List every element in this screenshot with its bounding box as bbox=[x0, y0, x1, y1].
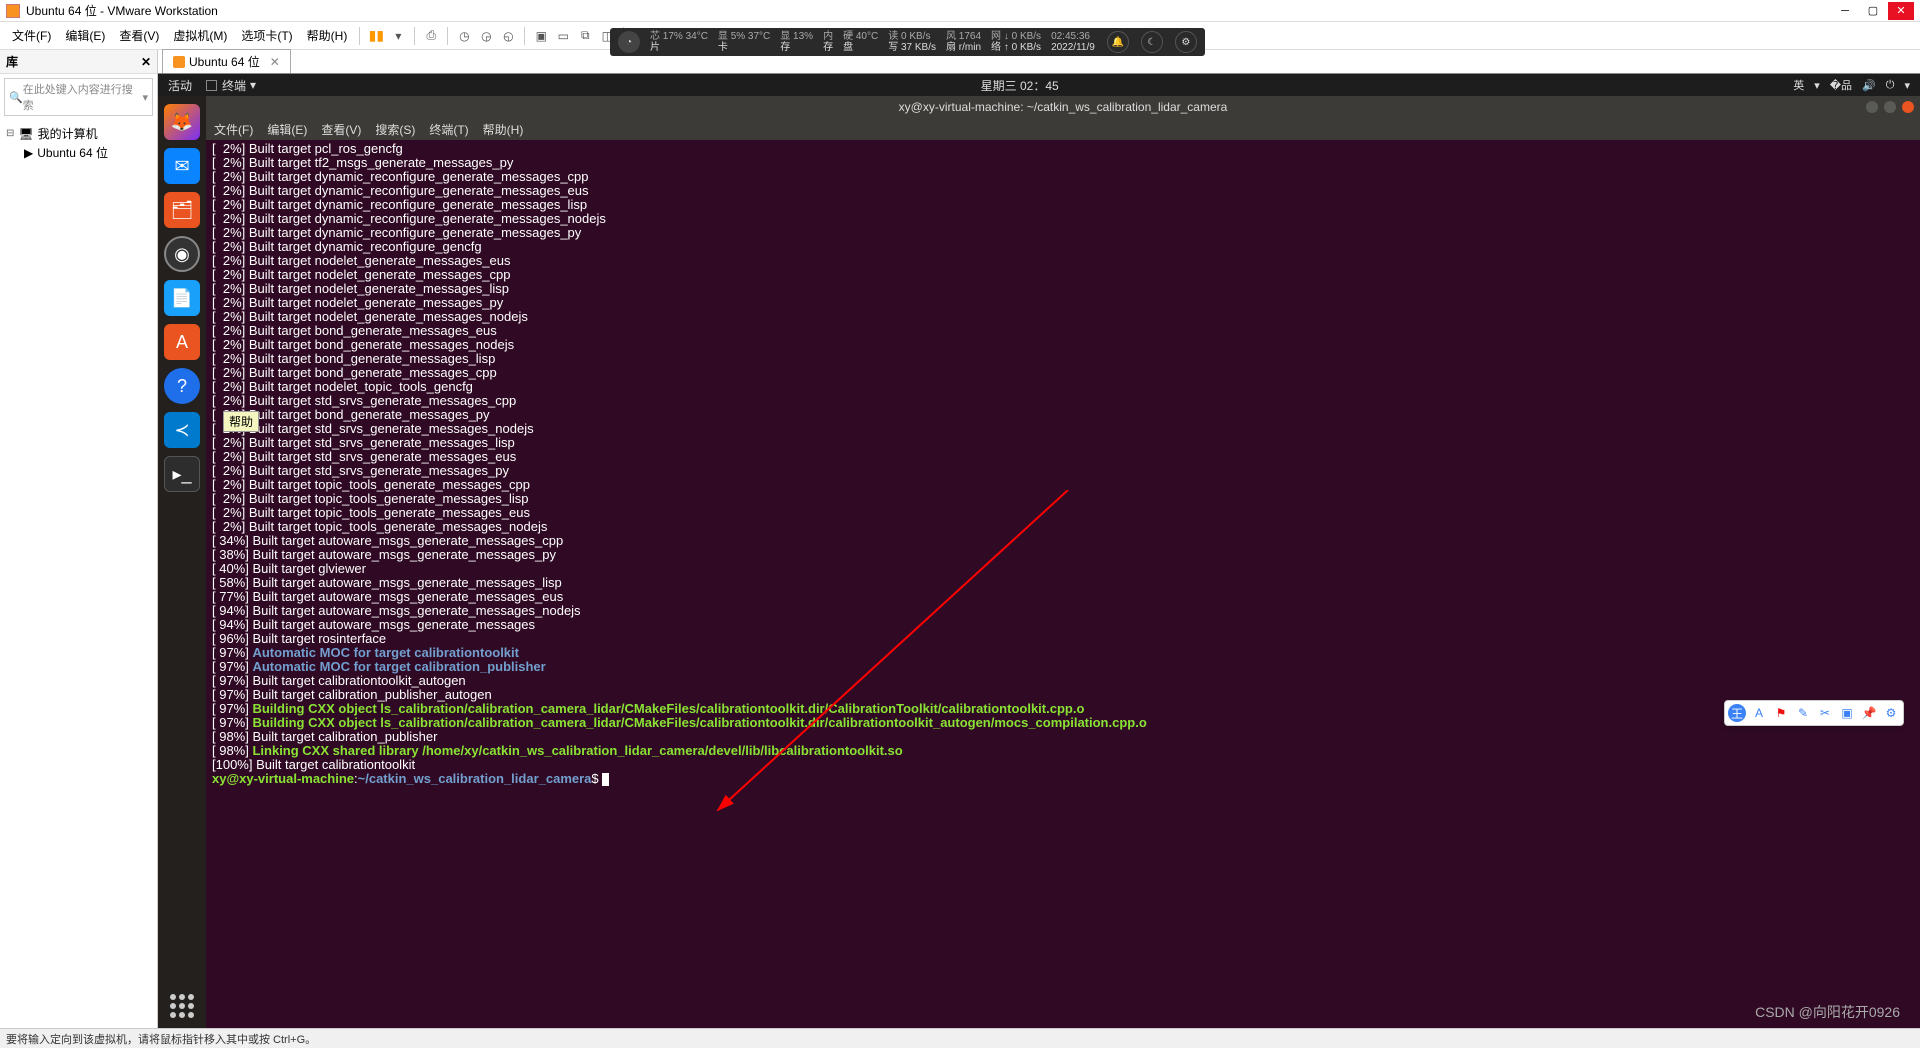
tool-logo-icon[interactable]: 王 bbox=[1728, 704, 1746, 722]
firefox-icon[interactable]: 🦊 bbox=[164, 104, 200, 140]
vm-tab-ubuntu[interactable]: Ubuntu 64 位 ✕ bbox=[162, 49, 291, 73]
writer-icon[interactable]: 📄 bbox=[164, 280, 200, 316]
software-icon[interactable]: A bbox=[164, 324, 200, 360]
tool-cut-icon[interactable]: ✂ bbox=[1816, 704, 1834, 722]
vm-icon: ▶ bbox=[24, 146, 33, 160]
term-menu-search[interactable]: 搜索(S) bbox=[375, 121, 415, 138]
tool-box-icon[interactable]: ▣ bbox=[1838, 704, 1856, 722]
snap-revert-icon[interactable]: ◶ bbox=[476, 26, 496, 46]
maximize-button[interactable]: ▢ bbox=[1860, 2, 1886, 20]
tree-root[interactable]: ⊟ 🖥 我的计算机 bbox=[6, 124, 151, 143]
network-icon[interactable]: �品 bbox=[1830, 77, 1852, 93]
stats-gear-icon[interactable]: ⚙ bbox=[1175, 31, 1197, 53]
chevron-down-icon: ▾ bbox=[1814, 79, 1820, 92]
help-icon[interactable]: ? bbox=[164, 368, 200, 404]
tool-gear-icon[interactable]: ⚙ bbox=[1882, 704, 1900, 722]
pause-icon[interactable]: ▮▮ bbox=[366, 26, 386, 46]
power-icon[interactable]: ⏻ bbox=[1886, 79, 1895, 92]
view2-icon[interactable]: ▭ bbox=[553, 26, 573, 46]
tree-vm-ubuntu[interactable]: Ubuntu 64 位 bbox=[37, 144, 108, 161]
stats-moon-icon[interactable]: ☾ bbox=[1141, 31, 1163, 53]
menu-file[interactable]: 文件(F) bbox=[6, 24, 57, 47]
snapshot-icon[interactable]: ⎙ bbox=[421, 26, 441, 46]
library-close-icon[interactable]: ✕ bbox=[141, 55, 151, 69]
terminal-titlebar[interactable]: xy@xy-virtual-machine: ~/catkin_ws_calib… bbox=[206, 96, 1920, 118]
terminal-icon bbox=[206, 80, 217, 91]
stats-overlay: ◔ 芯 17% 34°C片 显 5% 37°C卡 显 13%存 内存 硬 40°… bbox=[610, 28, 1205, 56]
app-menu[interactable]: 终端 bbox=[222, 77, 246, 94]
tool-pin-icon[interactable]: 📌 bbox=[1860, 704, 1878, 722]
disc-icon[interactable]: ◉ bbox=[164, 236, 200, 272]
vmware-icon bbox=[6, 4, 20, 18]
terminal-window: xy@xy-virtual-machine: ~/catkin_ws_calib… bbox=[206, 96, 1920, 1028]
clock[interactable]: 星期三 02：45 bbox=[981, 77, 1059, 94]
menu-tabs[interactable]: 选项卡(T) bbox=[235, 24, 298, 47]
snap-take-icon[interactable]: ◷ bbox=[454, 26, 474, 46]
tool-pen-icon[interactable]: ✎ bbox=[1794, 704, 1812, 722]
menu-edit[interactable]: 编辑(E) bbox=[59, 24, 111, 47]
view3-icon[interactable]: ⧉ bbox=[575, 26, 595, 46]
term-menu-file[interactable]: 文件(F) bbox=[214, 121, 253, 138]
dock: 🦊 ✉ 🗂 ◉ 📄 A ? ≺ ▸_ bbox=[158, 96, 206, 1028]
menu-help[interactable]: 帮助(H) bbox=[301, 24, 354, 47]
tab-close-icon[interactable]: ✕ bbox=[270, 55, 280, 69]
stats-bell-icon[interactable]: 🔔 bbox=[1107, 31, 1129, 53]
view1-icon[interactable]: ▣ bbox=[531, 26, 551, 46]
window-title: Ubuntu 64 位 - VMware Workstation bbox=[26, 2, 218, 19]
term-menu-terminal[interactable]: 终端(T) bbox=[429, 121, 468, 138]
volume-icon[interactable]: 🔊 bbox=[1862, 79, 1876, 92]
window-minimize-icon[interactable] bbox=[1866, 101, 1878, 113]
tooltip: 帮助 bbox=[223, 411, 259, 432]
tool-flag-icon[interactable]: ⚑ bbox=[1772, 704, 1790, 722]
library-title: 库 bbox=[6, 53, 18, 70]
collapse-icon: ⊟ bbox=[6, 128, 14, 139]
terminal-body[interactable]: [ 2%] Built target pcl_ros_gencfg[ 2%] B… bbox=[206, 140, 1920, 1028]
terminal-icon[interactable]: ▸_ bbox=[164, 456, 200, 492]
window-close-icon[interactable] bbox=[1902, 101, 1914, 113]
titlebar: Ubuntu 64 位 - VMware Workstation ─ ▢ ✕ bbox=[0, 0, 1920, 22]
statusbar: 要将输入定向到该虚拟机，请将鼠标指针移入其中或按 Ctrl+G。 bbox=[0, 1028, 1920, 1048]
stats-logo-icon: ◔ bbox=[618, 31, 640, 53]
library-panel: 库 ✕ 🔍 在此处键入内容进行搜索 ▾ ⊟ 🖥 我的计算机 ▶ Ubuntu 6… bbox=[0, 50, 158, 1028]
dropdown-icon[interactable]: ▾ bbox=[388, 26, 408, 46]
files-icon[interactable]: 🗂 bbox=[164, 192, 200, 228]
search-icon: 🔍 bbox=[9, 91, 23, 104]
lang-indicator[interactable]: 英 bbox=[1793, 77, 1804, 93]
ubuntu-desktop: 活动 终端 ▾ 星期三 02：45 英 ▾ �品 🔊 ⏻ ▾ 🦊 ✉ � bbox=[158, 74, 1920, 1028]
term-menu-edit[interactable]: 编辑(E) bbox=[267, 121, 307, 138]
vm-icon bbox=[173, 56, 185, 68]
dropdown-icon[interactable]: ▾ bbox=[142, 91, 148, 104]
tool-text-icon[interactable]: A bbox=[1750, 704, 1768, 722]
menu-vm[interactable]: 虚拟机(M) bbox=[167, 24, 233, 47]
term-menu-help[interactable]: 帮助(H) bbox=[483, 121, 524, 138]
minimize-button[interactable]: ─ bbox=[1832, 2, 1858, 20]
chevron-down-icon[interactable]: ▾ bbox=[1904, 79, 1910, 92]
show-apps-icon[interactable] bbox=[170, 994, 194, 1018]
chevron-down-icon[interactable]: ▾ bbox=[250, 78, 256, 92]
vscode-icon[interactable]: ≺ bbox=[164, 412, 200, 448]
activities-button[interactable]: 活动 bbox=[168, 77, 192, 94]
window-maximize-icon[interactable] bbox=[1884, 101, 1896, 113]
menu-view[interactable]: 查看(V) bbox=[113, 24, 165, 47]
computer-icon: 🖥 bbox=[18, 127, 33, 141]
gnome-topbar: 活动 终端 ▾ 星期三 02：45 英 ▾ �品 🔊 ⏻ ▾ bbox=[158, 74, 1920, 96]
term-menu-view[interactable]: 查看(V) bbox=[321, 121, 361, 138]
vm-area: Ubuntu 64 位 ✕ 活动 终端 ▾ 星期三 02：45 英 ▾ �品 🔊… bbox=[158, 50, 1920, 1028]
thunderbird-icon[interactable]: ✉ bbox=[164, 148, 200, 184]
close-button[interactable]: ✕ bbox=[1888, 2, 1914, 20]
float-toolbar[interactable]: 王 A ⚑ ✎ ✂ ▣ 📌 ⚙ bbox=[1724, 700, 1904, 726]
terminal-menu: 文件(F) 编辑(E) 查看(V) 搜索(S) 终端(T) 帮助(H) bbox=[206, 118, 1920, 140]
watermark: CSDN @向阳花开0926 bbox=[1755, 1002, 1900, 1022]
snap-manage-icon[interactable]: ◵ bbox=[498, 26, 518, 46]
library-search[interactable]: 🔍 在此处键入内容进行搜索 ▾ bbox=[4, 78, 153, 116]
